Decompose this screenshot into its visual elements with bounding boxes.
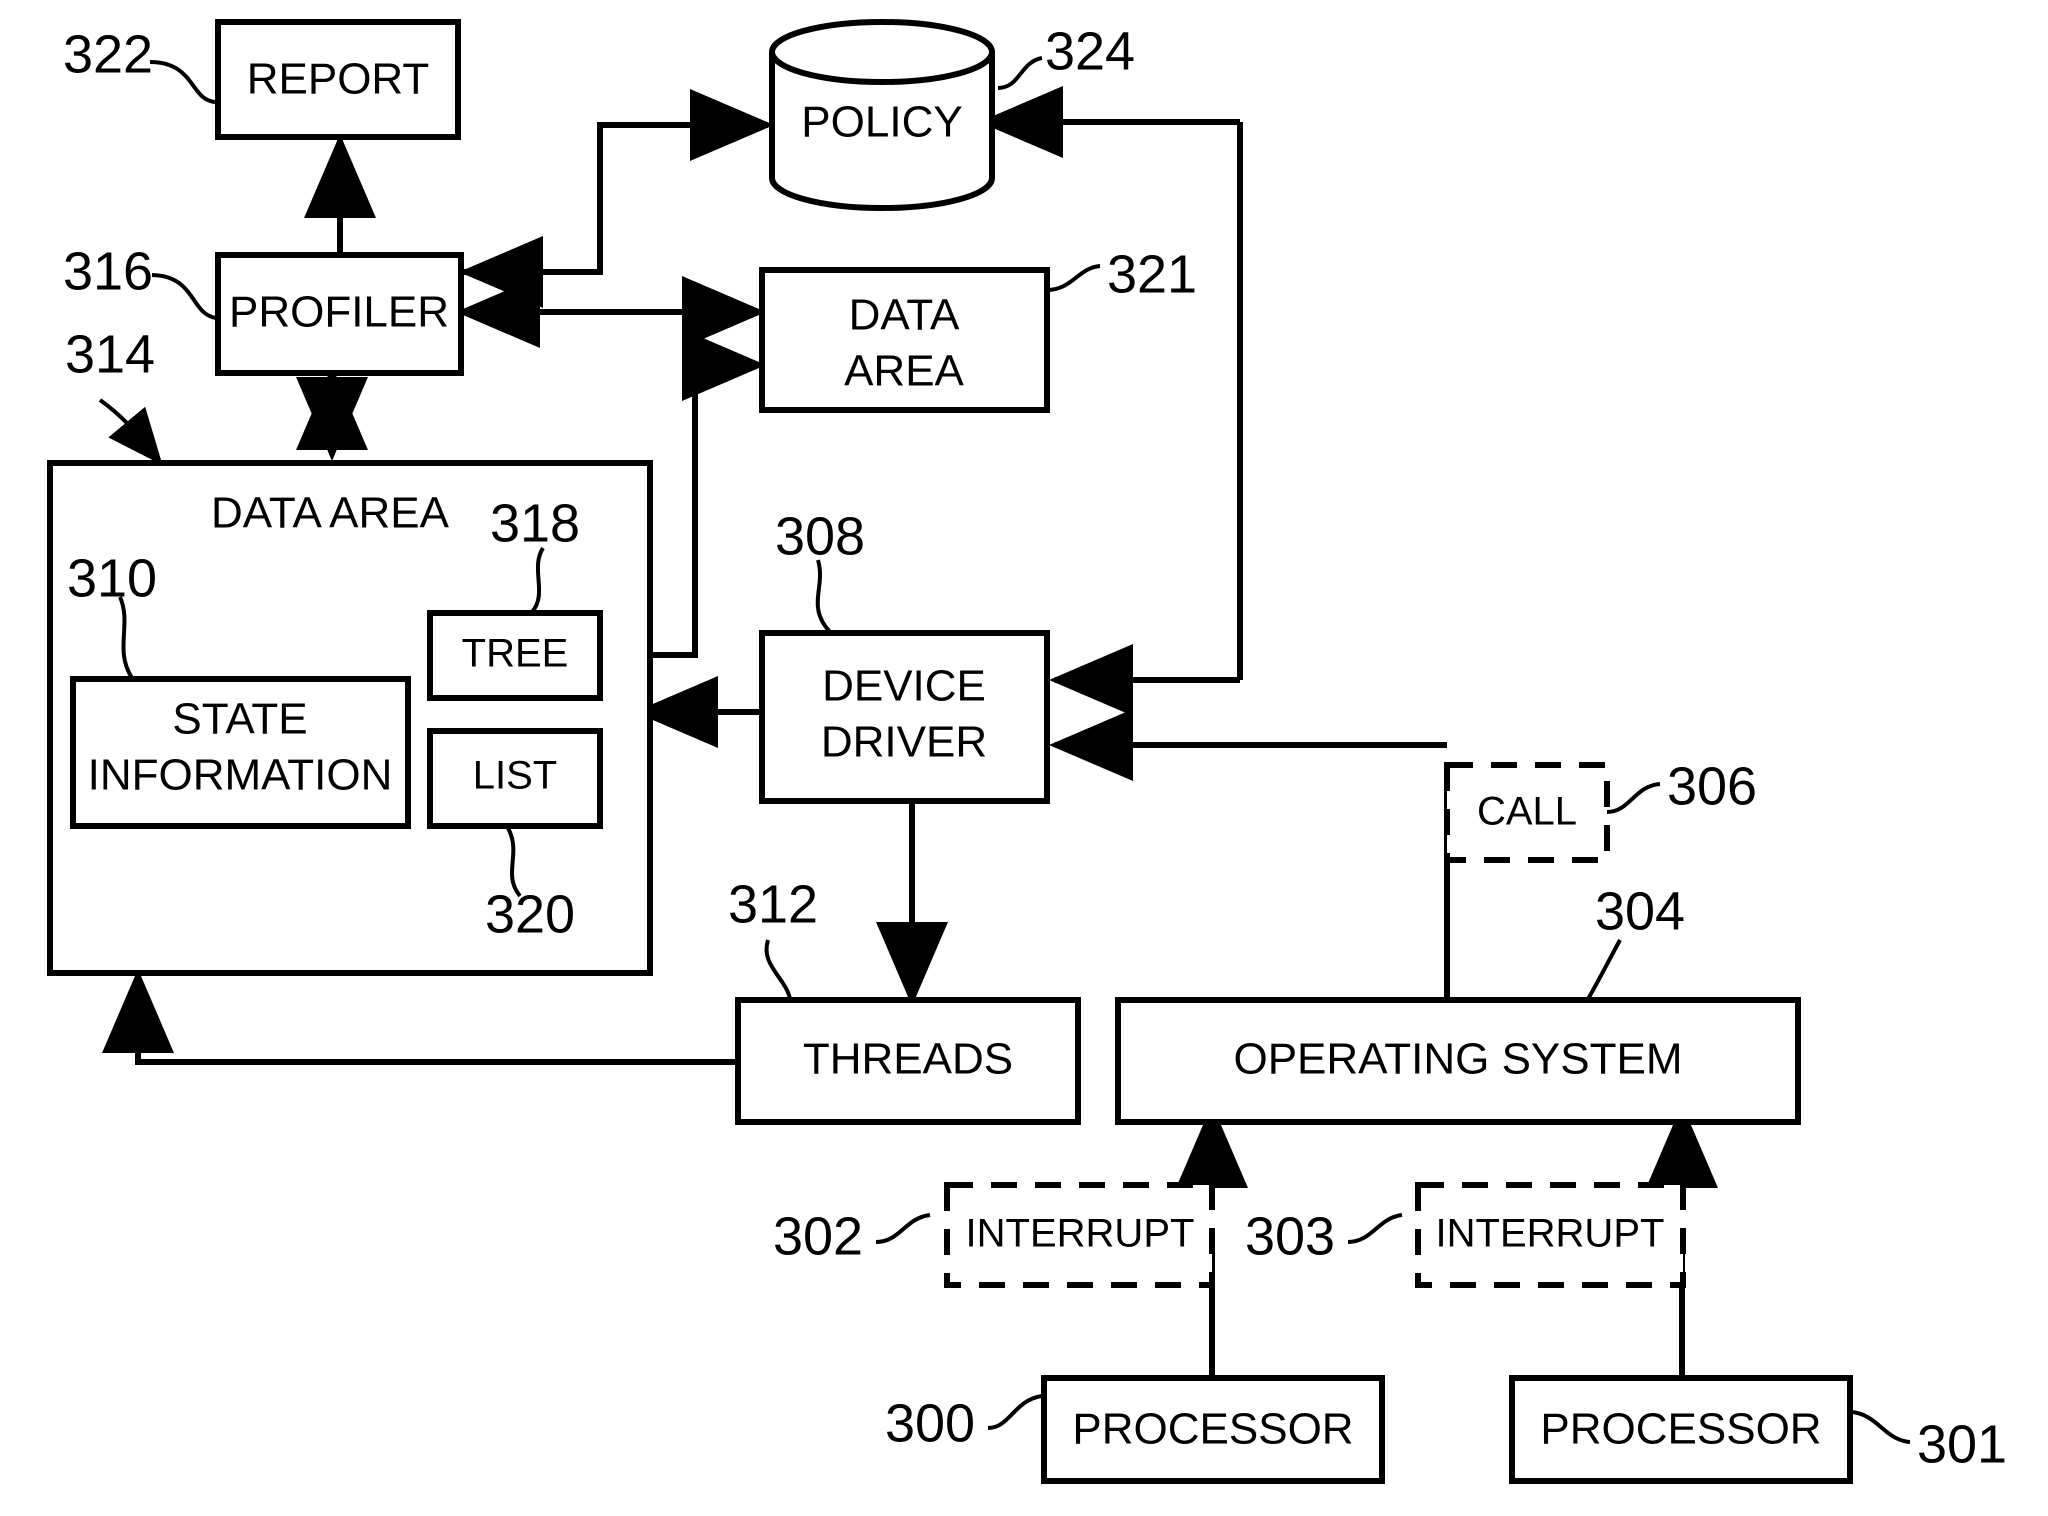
ref-314-group: 314 xyxy=(65,324,163,466)
node-processor-301-label: PROCESSOR xyxy=(1540,1405,1821,1454)
node-data-area-right-label-line1: DATA xyxy=(849,291,960,340)
node-interrupt-303-label: INTERRUPT xyxy=(1436,1212,1665,1256)
ref-300-group: 300 xyxy=(885,1393,1043,1453)
ref-numeral-320: 320 xyxy=(485,884,575,944)
node-report-label: REPORT xyxy=(247,55,430,104)
node-threads-label: THREADS xyxy=(803,1035,1013,1084)
node-processor-300-label: PROCESSOR xyxy=(1072,1405,1353,1454)
node-state-information-label-line1: STATE xyxy=(172,695,307,744)
ref-321-group: 321 xyxy=(1046,244,1197,304)
node-threads[interactable]: THREADS xyxy=(735,997,1081,1125)
ref-316-group: 316 xyxy=(63,241,217,320)
ref-324-group: 324 xyxy=(997,21,1135,90)
node-operating-system-label: OPERATING SYSTEM xyxy=(1233,1035,1682,1084)
node-call-label: CALL xyxy=(1477,790,1577,834)
ref-308-group: 308 xyxy=(775,506,865,634)
ref-numeral-314: 314 xyxy=(65,324,155,384)
node-policy[interactable]: POLICY xyxy=(769,19,995,211)
node-state-information-label-line2: INFORMATION xyxy=(88,751,393,800)
node-interrupt-302[interactable]: INTERRUPT xyxy=(944,1182,1215,1288)
ref-numeral-324: 324 xyxy=(1045,21,1135,81)
patent-block-diagram: REPORT 322 PROFILER 316 POLICY 324 DATA … xyxy=(47,19,2007,1484)
ref-numeral-303: 303 xyxy=(1245,1206,1335,1266)
ref-numeral-300: 300 xyxy=(885,1393,975,1453)
ref-301-group: 301 xyxy=(1850,1410,2007,1474)
node-operating-system[interactable]: OPERATING SYSTEM xyxy=(1115,997,1801,1125)
node-device-driver-label-line1: DEVICE xyxy=(822,662,986,711)
connector-profiler-policy-loop xyxy=(460,89,774,275)
node-processor-301[interactable]: PROCESSOR xyxy=(1509,1375,1853,1484)
node-device-driver[interactable]: DEVICE DRIVER xyxy=(759,630,1050,804)
ref-306-group: 306 xyxy=(1606,756,1757,816)
node-interrupt-302-label: INTERRUPT xyxy=(966,1212,1195,1256)
node-data-area-main-label: DATA AREA xyxy=(211,489,450,538)
ref-numeral-304: 304 xyxy=(1595,881,1685,941)
node-data-area-right[interactable]: DATA AREA xyxy=(759,267,1050,413)
node-interrupt-303[interactable]: INTERRUPT xyxy=(1415,1182,1686,1288)
ref-numeral-301: 301 xyxy=(1917,1414,2007,1474)
node-device-driver-label-line2: DRIVER xyxy=(821,718,987,767)
ref-numeral-322: 322 xyxy=(63,24,153,84)
ref-numeral-310: 310 xyxy=(67,548,157,608)
ref-302-group: 302 xyxy=(773,1206,931,1266)
ref-numeral-308: 308 xyxy=(775,506,865,566)
ref-304-group: 304 xyxy=(1586,881,1685,1000)
node-processor-300[interactable]: PROCESSOR xyxy=(1041,1375,1385,1484)
connector-threads-to-data-area-main xyxy=(102,969,738,1065)
ref-numeral-306: 306 xyxy=(1667,756,1757,816)
diagram-canvas: REPORT 322 PROFILER 316 POLICY 324 DATA … xyxy=(0,0,2048,1516)
ref-numeral-318: 318 xyxy=(490,493,580,553)
node-data-area-right-label-line2: AREA xyxy=(844,347,964,396)
ref-numeral-312: 312 xyxy=(728,874,818,934)
ref-322-group: 322 xyxy=(63,24,216,104)
node-tree[interactable]: TREE xyxy=(427,610,603,701)
node-tree-label: TREE xyxy=(462,632,569,676)
node-call[interactable]: CALL xyxy=(1444,762,1610,863)
node-policy-label: POLICY xyxy=(801,98,962,147)
node-list[interactable]: LIST xyxy=(427,728,603,829)
node-profiler-label: PROFILER xyxy=(229,288,449,337)
ref-numeral-321: 321 xyxy=(1107,244,1197,304)
node-profiler[interactable]: PROFILER xyxy=(215,252,464,376)
node-state-information[interactable]: STATE INFORMATION xyxy=(70,676,411,829)
ref-numeral-316: 316 xyxy=(63,241,153,301)
node-report[interactable]: REPORT xyxy=(215,19,461,140)
ref-312-group: 312 xyxy=(728,874,818,1000)
ref-numeral-302: 302 xyxy=(773,1206,863,1266)
node-list-label: LIST xyxy=(473,754,557,798)
ref-303-group: 303 xyxy=(1245,1206,1403,1266)
